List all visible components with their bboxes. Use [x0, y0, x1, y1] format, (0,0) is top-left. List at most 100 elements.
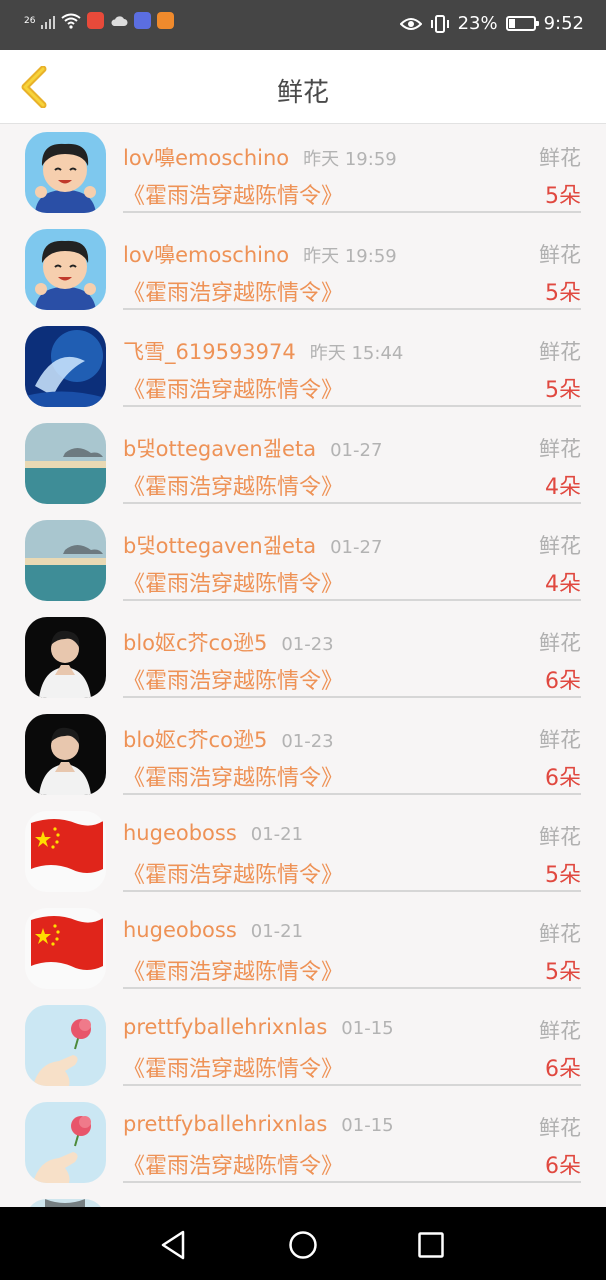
flower-count: 4朵: [545, 572, 581, 597]
book-title[interactable]: 《霍雨浩穿越陈情令》: [123, 954, 343, 986]
book-title[interactable]: 《霍雨浩穿越陈情令》: [123, 760, 343, 792]
timestamp: 01-23: [281, 731, 334, 752]
book-title[interactable]: 《霍雨浩穿越陈情令》: [123, 1051, 343, 1083]
cartoon-boy-avatar-image: [25, 229, 106, 310]
wifi-icon: [61, 13, 82, 29]
list-item[interactable]: hugeoboss 01-21 鲜花 《霍雨浩穿越陈情令》 5朵: [0, 803, 606, 900]
book-title[interactable]: 《霍雨浩穿越陈情令》: [123, 857, 343, 889]
signal-icon: [41, 13, 56, 29]
flower-count: 5朵: [545, 863, 581, 888]
network-type: 26: [24, 15, 36, 26]
avatar[interactable]: [25, 1005, 106, 1086]
header: 鲜花: [0, 50, 606, 124]
avatar[interactable]: [25, 617, 106, 698]
user-name[interactable]: hugeoboss: [123, 821, 237, 845]
list-item[interactable]: prettfyballehrixnlas 01-15 鲜花 《霍雨浩穿越陈情令》 …: [0, 1094, 606, 1191]
book-title[interactable]: 《霍雨浩穿越陈情令》: [123, 469, 343, 501]
row-content: b댗ottegaven겚eta 01-27 鲜花 《霍雨浩穿越陈情令》 4朵: [123, 415, 581, 504]
flower-count: 5朵: [545, 184, 581, 209]
list-item[interactable]: 飞雪_619593974 昨天 15:44 鲜花 《霍雨浩穿越陈情令》 5朵: [0, 318, 606, 415]
avatar[interactable]: [25, 132, 106, 213]
user-line: blo妪c芥co逊5 01-23: [123, 627, 334, 657]
list-item[interactable]: lov嚊emoschino 昨天 19:59 鲜花 《霍雨浩穿越陈情令》 5朵: [0, 221, 606, 318]
gift-type: 鲜花: [539, 340, 581, 364]
user-name[interactable]: b댗ottegaven겚eta: [123, 534, 316, 558]
flower-hand-avatar-image: [25, 1005, 106, 1086]
eye-icon: [399, 17, 422, 30]
gift-type: 鲜花: [539, 437, 581, 461]
nav-back-button[interactable]: [153, 1225, 193, 1265]
list-item[interactable]: prettfyballehrixnlas 01-15 鲜花 《霍雨浩穿越陈情令》 …: [0, 997, 606, 1094]
row-content: hugeoboss 01-21 鲜花 《霍雨浩穿越陈情令》 5朵: [123, 803, 581, 892]
user-name[interactable]: blo妪c芥co逊5: [123, 631, 267, 655]
timestamp: 01-21: [250, 921, 304, 942]
list-item[interactable]: blo妪c芥co逊5 01-23 鲜花 《霍雨浩穿越陈情令》 6朵: [0, 706, 606, 803]
status-left: 26: [24, 12, 175, 29]
list-item[interactable]: b댗ottegaven겚eta 01-27 鲜花 《霍雨浩穿越陈情令》 4朵: [0, 415, 606, 512]
square-recents-icon: [418, 1232, 444, 1258]
partial-avatar-image: [25, 1199, 106, 1207]
flower-count: 5朵: [545, 960, 581, 985]
list-item[interactable]: blo妪c芥co逊5 01-23 鲜花 《霍雨浩穿越陈情令》 6朵: [0, 609, 606, 706]
timestamp: 01-21: [250, 824, 304, 845]
page-title: 鲜花: [276, 78, 329, 108]
flag-avatar-image: [25, 811, 106, 892]
avatar[interactable]: [25, 520, 106, 601]
row-content: prettfyballehrixnlas 01-15 鲜花 《霍雨浩穿越陈情令》 …: [123, 1094, 581, 1183]
avatar[interactable]: [25, 1102, 106, 1183]
nav-recents-button[interactable]: [411, 1225, 451, 1265]
row-content: lov嚊emoschino 昨天 19:59 鲜花 《霍雨浩穿越陈情令》 5朵: [123, 221, 581, 310]
gift-type: 鲜花: [539, 922, 581, 946]
fantasy-avatar-image: [25, 326, 106, 407]
book-title[interactable]: 《霍雨浩穿越陈情令》: [123, 1148, 343, 1180]
avatar[interactable]: [25, 229, 106, 310]
status-bar: 26 23% 9:52: [0, 0, 606, 50]
book-title[interactable]: 《霍雨浩穿越陈情令》: [123, 663, 343, 695]
book-title[interactable]: 《霍雨浩穿越陈情令》: [123, 178, 343, 210]
user-name[interactable]: 飞雪_619593974: [123, 340, 296, 364]
user-line: lov嚊emoschino 昨天 19:59: [123, 142, 397, 172]
user-name[interactable]: prettfyballehrixnlas: [123, 1015, 327, 1039]
avatar[interactable]: [25, 423, 106, 504]
user-name[interactable]: lov嚊emoschino: [123, 146, 289, 170]
gift-type: 鲜花: [539, 631, 581, 655]
timestamp: 昨天 19:59: [303, 149, 397, 170]
avatar[interactable]: [25, 1199, 106, 1207]
user-name[interactable]: b댗ottegaven겚eta: [123, 437, 316, 461]
user-line: 飞雪_619593974 昨天 15:44: [123, 336, 403, 366]
list-item[interactable]: hugeoboss 01-21 鲜花 《霍雨浩穿越陈情令》 5朵: [0, 900, 606, 997]
flower-gift-list[interactable]: lov嚊emoschino 昨天 19:59 鲜花 《霍雨浩穿越陈情令》 5朵 l…: [0, 124, 606, 1207]
row-content: lov嚊emoschino 昨天 19:59 鲜花 《霍雨浩穿越陈情令》 5朵: [123, 124, 581, 213]
book-title[interactable]: 《霍雨浩穿越陈情令》: [123, 372, 343, 404]
timestamp: 01-23: [281, 634, 334, 655]
book-title[interactable]: 《霍雨浩穿越陈情令》: [123, 566, 343, 598]
battery-icon: [505, 16, 539, 31]
user-line: hugeoboss 01-21: [123, 918, 303, 942]
user-line: prettfyballehrixnlas 01-15: [123, 1015, 394, 1039]
avatar[interactable]: [25, 326, 106, 407]
portrait-avatar-image: [25, 714, 106, 795]
cloud-icon: [111, 15, 128, 26]
user-line: b댗ottegaven겚eta 01-27: [123, 433, 382, 463]
user-name[interactable]: blo妪c芥co逊5: [123, 728, 267, 752]
avatar[interactable]: [25, 908, 106, 989]
triangle-back-icon: [161, 1230, 185, 1260]
flower-count: 5朵: [545, 281, 581, 306]
gift-type: 鲜花: [539, 534, 581, 558]
vibrate-icon: [430, 14, 449, 33]
list-item[interactable]: b댗ottegaven겚eta 01-27 鲜花 《霍雨浩穿越陈情令》 4朵: [0, 512, 606, 609]
nav-home-button[interactable]: [283, 1225, 323, 1265]
user-line: lov嚊emoschino 昨天 19:59: [123, 239, 397, 269]
avatar[interactable]: [25, 811, 106, 892]
user-line: blo妪c芥co逊5 01-23: [123, 724, 334, 754]
user-name[interactable]: lov嚊emoschino: [123, 243, 289, 267]
user-name[interactable]: prettfyballehrixnlas: [123, 1112, 327, 1136]
sea-avatar-image: [25, 423, 106, 504]
avatar[interactable]: [25, 714, 106, 795]
list-item[interactable]: lov嚊emoschino 昨天 19:59 鲜花 《霍雨浩穿越陈情令》 5朵: [0, 124, 606, 221]
row-content: hugeoboss 01-21 鲜花 《霍雨浩穿越陈情令》 5朵: [123, 900, 581, 989]
flower-hand-avatar-image: [25, 1102, 106, 1183]
book-title[interactable]: 《霍雨浩穿越陈情令》: [123, 275, 343, 307]
user-name[interactable]: hugeoboss: [123, 918, 237, 942]
list-item-partial[interactable]: [0, 1191, 606, 1207]
